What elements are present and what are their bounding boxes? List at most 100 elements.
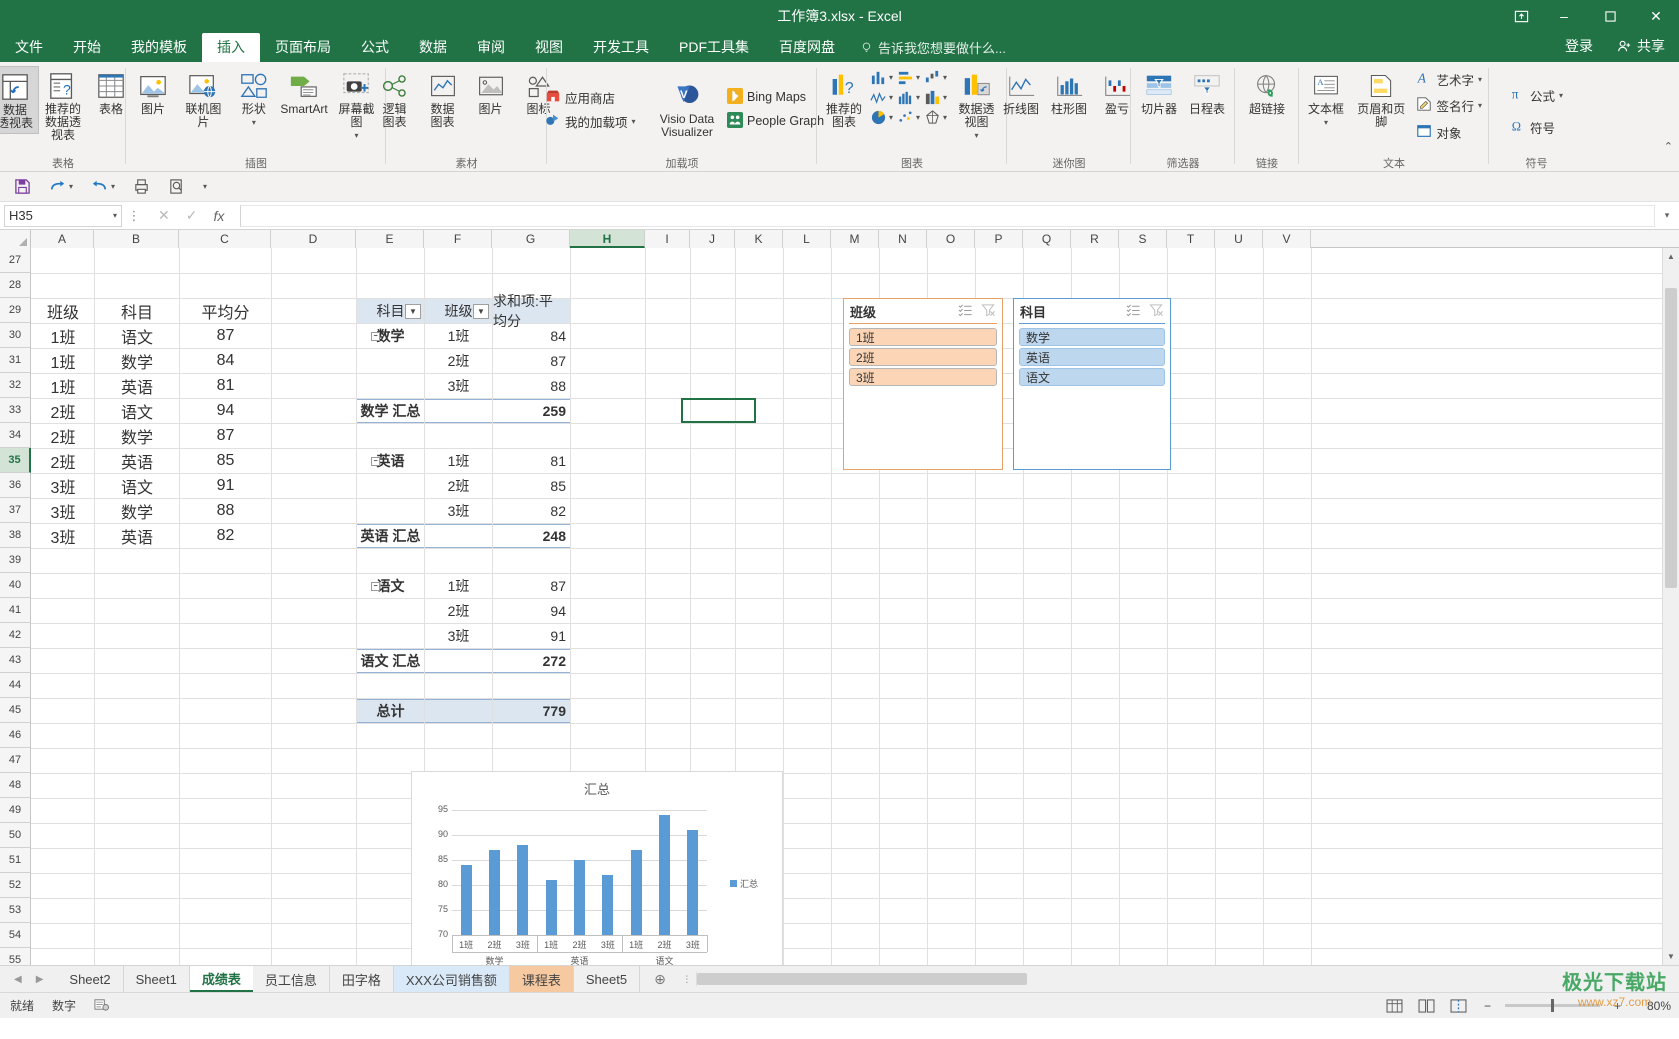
column-header-J[interactable]: J xyxy=(690,230,735,248)
row-header-43[interactable]: 43 xyxy=(0,648,31,673)
data-chart-button[interactable]: 数据 图表 xyxy=(419,66,467,132)
column-header-O[interactable]: O xyxy=(927,230,975,248)
zoom-out-button[interactable]: − xyxy=(1480,999,1495,1013)
cancel-icon[interactable]: ✕ xyxy=(158,207,170,224)
tell-me-box[interactable]: 告诉我您想要做什么... xyxy=(850,33,1016,62)
sheet-prev-arrow[interactable]: ◀ xyxy=(14,974,22,985)
sheet-tab-6[interactable]: 课程表 xyxy=(509,966,574,992)
pivot-value-r11[interactable]: 94 xyxy=(493,599,570,623)
pivot-value-r12[interactable]: 91 xyxy=(493,624,570,648)
sheet-tab-3[interactable]: 员工信息 xyxy=(253,966,330,992)
ribbon-tab-mytemplates[interactable]: 我的模板 xyxy=(116,33,202,62)
pivot-value-r7[interactable]: 82 xyxy=(493,499,570,523)
sheet-tab-2[interactable]: 成绩表 xyxy=(189,966,253,992)
row-header-54[interactable]: 54 xyxy=(0,923,31,948)
source-cell-r8-c0[interactable]: 3班 xyxy=(32,524,94,548)
column-header-C[interactable]: C xyxy=(179,230,271,248)
sheet-tab-0[interactable]: Sheet2 xyxy=(57,966,124,992)
scroll-down-arrow[interactable]: ▼ xyxy=(1663,948,1679,965)
pivot-filter-subject[interactable]: ▼ xyxy=(405,304,421,319)
my-addins-dropdown-arrow[interactable]: ▾ xyxy=(632,117,636,126)
row-header-40[interactable]: 40 xyxy=(0,573,31,598)
name-box[interactable]: H35 ▾ xyxy=(4,204,122,227)
pivot-class-r0[interactable]: 1班 xyxy=(425,324,492,348)
row-header-45[interactable]: 45 xyxy=(0,698,31,723)
collapse-ribbon-button[interactable]: ⌃ xyxy=(1664,140,1673,153)
pivot-subject-r10[interactable]: 语文 − xyxy=(357,574,424,598)
source-cell-r6-c1[interactable]: 语文 xyxy=(95,474,179,498)
chart-bar[interactable] xyxy=(602,875,614,935)
record-macro-icon[interactable] xyxy=(94,997,110,1015)
column-header-M[interactable]: M xyxy=(831,230,879,248)
timeline-button[interactable]: 日程表 xyxy=(1183,66,1231,119)
pivot-subject-r0[interactable]: 数学 − xyxy=(357,324,424,348)
column-header-E[interactable]: E xyxy=(356,230,424,248)
source-cell-r3-c0[interactable]: 2班 xyxy=(32,399,94,423)
row-header-30[interactable]: 30 xyxy=(0,323,31,348)
pivot-filter-class[interactable]: ▼ xyxy=(473,304,489,319)
pivot-class-r13[interactable] xyxy=(425,649,492,673)
row-header-32[interactable]: 32 xyxy=(0,373,31,398)
pivot-class-r11[interactable]: 2班 xyxy=(425,599,492,623)
symbol-button[interactable]: Ω 符号 xyxy=(1506,115,1567,139)
column-header-R[interactable]: R xyxy=(1071,230,1119,248)
pivot-value-r8[interactable]: 248 xyxy=(493,524,570,548)
sheet-tab-1[interactable]: Sheet1 xyxy=(124,966,190,992)
zoom-in-button[interactable]: + xyxy=(1610,999,1625,1013)
pivot-subject-r15[interactable]: 总计 xyxy=(357,699,424,723)
pivot-class-r1[interactable]: 2班 xyxy=(425,349,492,373)
row-header-36[interactable]: 36 xyxy=(0,473,31,498)
chart-bar[interactable] xyxy=(517,845,529,935)
column-header-Q[interactable]: Q xyxy=(1023,230,1071,248)
chart-bar[interactable] xyxy=(460,865,472,935)
name-box-dropdown-arrow[interactable]: ▾ xyxy=(113,211,117,220)
formula-bar-grip[interactable]: ⋮ xyxy=(126,208,142,224)
visio-data-visualizer-button[interactable]: V Visio Data Visualizer xyxy=(651,76,723,142)
redo-dropdown-arrow[interactable]: ▾ xyxy=(69,182,73,191)
wordart-dropdown-arrow[interactable]: ▾ xyxy=(1478,75,1482,84)
recommended-pivot-button[interactable]: ? 推荐的 数据透视表 xyxy=(39,66,87,145)
row-header-44[interactable]: 44 xyxy=(0,673,31,698)
pivot-value-r2[interactable]: 88 xyxy=(493,374,570,398)
pivot-value-r0[interactable]: 84 xyxy=(493,324,570,348)
pivot-header-class[interactable]: 班级 ▼ xyxy=(425,299,492,323)
ribbon-tab-view[interactable]: 视图 xyxy=(520,33,578,62)
chart-legend[interactable]: 汇总 xyxy=(730,877,758,890)
chart-bar[interactable] xyxy=(687,830,699,935)
pivot-class-r15[interactable] xyxy=(425,699,492,723)
waterfall-chart-button[interactable]: ▾ xyxy=(922,68,949,87)
save-icon[interactable] xyxy=(14,178,31,195)
signature-line-button[interactable]: 签名行 ▾ xyxy=(1412,94,1486,118)
surface-chart-button[interactable]: ▾ xyxy=(922,88,949,107)
bar-chart-button[interactable]: ▾ xyxy=(895,68,922,87)
source-cell-r0-c1[interactable]: 语文 xyxy=(95,324,179,348)
ribbon-display-options-icon[interactable] xyxy=(1501,0,1541,32)
ribbon-tab-insert[interactable]: 插入 xyxy=(202,33,260,62)
stock-chart-button[interactable]: ▾ xyxy=(868,88,895,107)
row-header-42[interactable]: 42 xyxy=(0,623,31,648)
row-header-37[interactable]: 37 xyxy=(0,498,31,523)
vertical-scrollbar[interactable]: ▲ ▼ xyxy=(1662,248,1679,965)
select-all-corner[interactable] xyxy=(0,230,31,248)
column-header-H[interactable]: H xyxy=(570,230,645,248)
source-cell-r2-c1[interactable]: 英语 xyxy=(95,374,179,398)
pivot-value-r9[interactable] xyxy=(493,549,570,573)
subject-slicer-items-item-1[interactable]: 英语 xyxy=(1019,348,1165,366)
row-header-33[interactable]: 33 xyxy=(0,398,31,423)
pivot-value-r13[interactable]: 272 xyxy=(493,649,570,673)
pivot-header-subject[interactable]: 科目 ▼ xyxy=(357,299,424,323)
column-chart-button[interactable]: ▾ xyxy=(868,68,895,87)
maximize-button[interactable] xyxy=(1587,0,1633,32)
row-header-52[interactable]: 52 xyxy=(0,873,31,898)
store-button[interactable]: 应用商店 xyxy=(541,85,651,109)
shapes-dropdown-arrow[interactable]: ▾ xyxy=(252,116,256,129)
column-header-B[interactable]: B xyxy=(94,230,179,248)
clear-filter-icon[interactable] xyxy=(981,303,996,320)
class-slicer-items-item-1[interactable]: 2班 xyxy=(849,348,997,366)
clear-filter-icon[interactable] xyxy=(1149,303,1164,320)
ribbon-tab-pagelayout[interactable]: 页面布局 xyxy=(260,33,346,62)
chart-bar[interactable] xyxy=(659,815,670,935)
source-cell-r0-c2[interactable]: 87 xyxy=(180,324,271,348)
pivot-class-r3[interactable] xyxy=(425,399,492,423)
source-cell-r2-c0[interactable]: 1班 xyxy=(32,374,94,398)
